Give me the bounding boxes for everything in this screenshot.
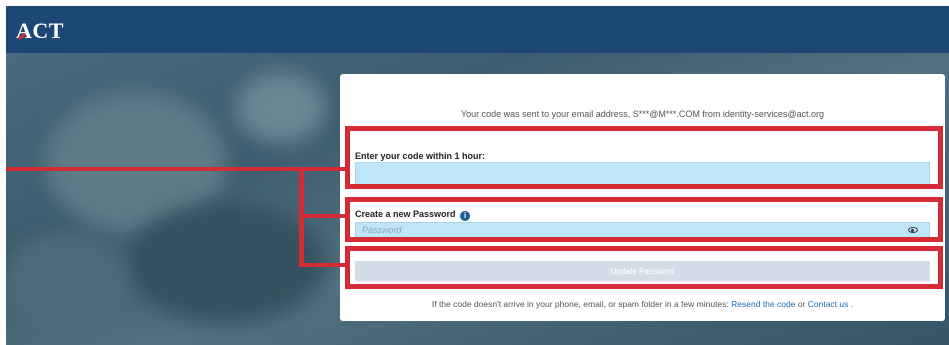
bg-figure [6,233,126,333]
top-header: ACT [6,6,949,53]
code-sent-message: Your code was sent to your email address… [460,109,825,119]
contact-us-link[interactable]: Contact us [808,299,849,309]
highlight-password-box [345,197,943,242]
resend-code-link[interactable]: Resend the code [731,299,795,309]
resend-note-text: If the code doesn't arrive in your phone… [431,299,729,309]
bg-highlight [236,73,326,143]
connector-to-password [299,214,347,218]
act-logo[interactable]: ACT [16,18,64,44]
resend-note: If the code doesn't arrive in your phone… [340,299,945,309]
highlight-code-box [345,126,943,189]
connector-to-button [299,263,347,267]
end-period: . [850,299,854,309]
bg-shadow [126,203,326,323]
screen: ACT Your code was sent to your email add… [6,6,949,345]
connector-horizontal-main [6,167,304,171]
highlight-button-box [345,246,943,289]
connector-to-code [299,167,347,171]
or-text: or [797,299,806,309]
